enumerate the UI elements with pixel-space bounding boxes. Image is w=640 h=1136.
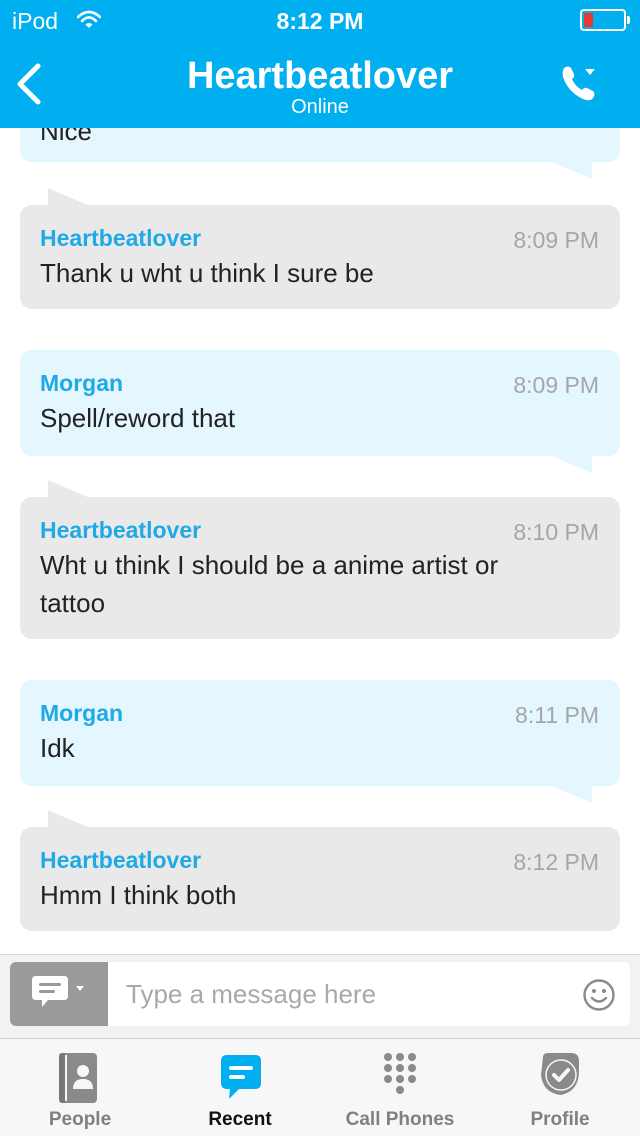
- message-time: 8:09 PM: [513, 227, 599, 253]
- message-time: 8:09 PM: [513, 372, 599, 398]
- tab-label: People: [48, 1109, 112, 1130]
- message-text: Thank u wht u think I sure be: [40, 258, 374, 288]
- message-text: Wht u think I should be a anime artist o…: [40, 550, 499, 618]
- bubble-tail: [550, 785, 592, 803]
- tab-people[interactable]: People: [0, 1039, 160, 1136]
- contact-status: Online: [291, 96, 349, 118]
- tab-call-phones[interactable]: Call Phones: [320, 1039, 480, 1136]
- bubble-tail: [48, 480, 90, 498]
- message-bubble-outgoing: Morgan 8:09 PM Spell/reword that: [20, 350, 620, 456]
- message-bubble-incoming: Heartbeatlover 8:09 PM Thank u wht u thi…: [20, 205, 620, 309]
- message-mode-button[interactable]: [10, 962, 108, 1026]
- presence-check-icon: [541, 1053, 579, 1095]
- tab-label: Profile: [530, 1109, 590, 1130]
- status-time: 8:12 PM: [276, 8, 364, 34]
- status-bar: iPod 8:12 PM: [0, 0, 640, 40]
- message-list[interactable]: Nice Heartbeatlover 8:09 PM Thank u wht …: [0, 128, 640, 954]
- tab-bar: People Recent Call Phones Profile: [0, 1038, 640, 1136]
- tab-recent[interactable]: Recent: [160, 1039, 320, 1136]
- tab-profile[interactable]: Profile: [480, 1039, 640, 1136]
- message-text: Hmm I think both: [40, 880, 237, 910]
- message-text: Spell/reword that: [40, 403, 236, 433]
- message-time: 8:12 PM: [513, 849, 599, 875]
- message-text: Nice: [40, 128, 93, 146]
- tab-label: Call Phones: [345, 1109, 455, 1130]
- message-composer: [0, 954, 640, 1038]
- contact-name: Heartbeatlover: [186, 55, 454, 97]
- dialpad-icon: [384, 1053, 416, 1094]
- message-time: 8:10 PM: [513, 519, 599, 545]
- message-text: Idk: [40, 733, 75, 763]
- bubble-tail: [550, 455, 592, 473]
- message-bubble-outgoing: Nice: [20, 128, 620, 162]
- conversation-header: iPod 8:12 PM Heartbeatlover Online: [0, 0, 640, 128]
- tab-label: Recent: [208, 1109, 272, 1130]
- smiley-icon[interactable]: [582, 978, 616, 1012]
- bubble-tail: [550, 161, 592, 179]
- message-bubble-outgoing: Morgan 8:11 PM Idk: [20, 680, 620, 786]
- battery-icon: [580, 9, 630, 31]
- battery-level: [584, 13, 593, 27]
- message-bubble-incoming: Heartbeatlover 8:12 PM Hmm I think both: [20, 827, 620, 931]
- message-time: 8:11 PM: [515, 702, 599, 728]
- call-menu-icon[interactable]: [558, 62, 600, 104]
- message-bubble-incoming: Heartbeatlover 8:10 PM Wht u think I sho…: [20, 497, 620, 639]
- contacts-book-icon: [59, 1053, 97, 1103]
- bubble-tail: [48, 810, 90, 828]
- chat-bubble-icon: [221, 1055, 261, 1099]
- chat-bubble-icon: [32, 976, 84, 1007]
- bubble-tail: [48, 188, 90, 206]
- message-input[interactable]: [108, 962, 630, 1026]
